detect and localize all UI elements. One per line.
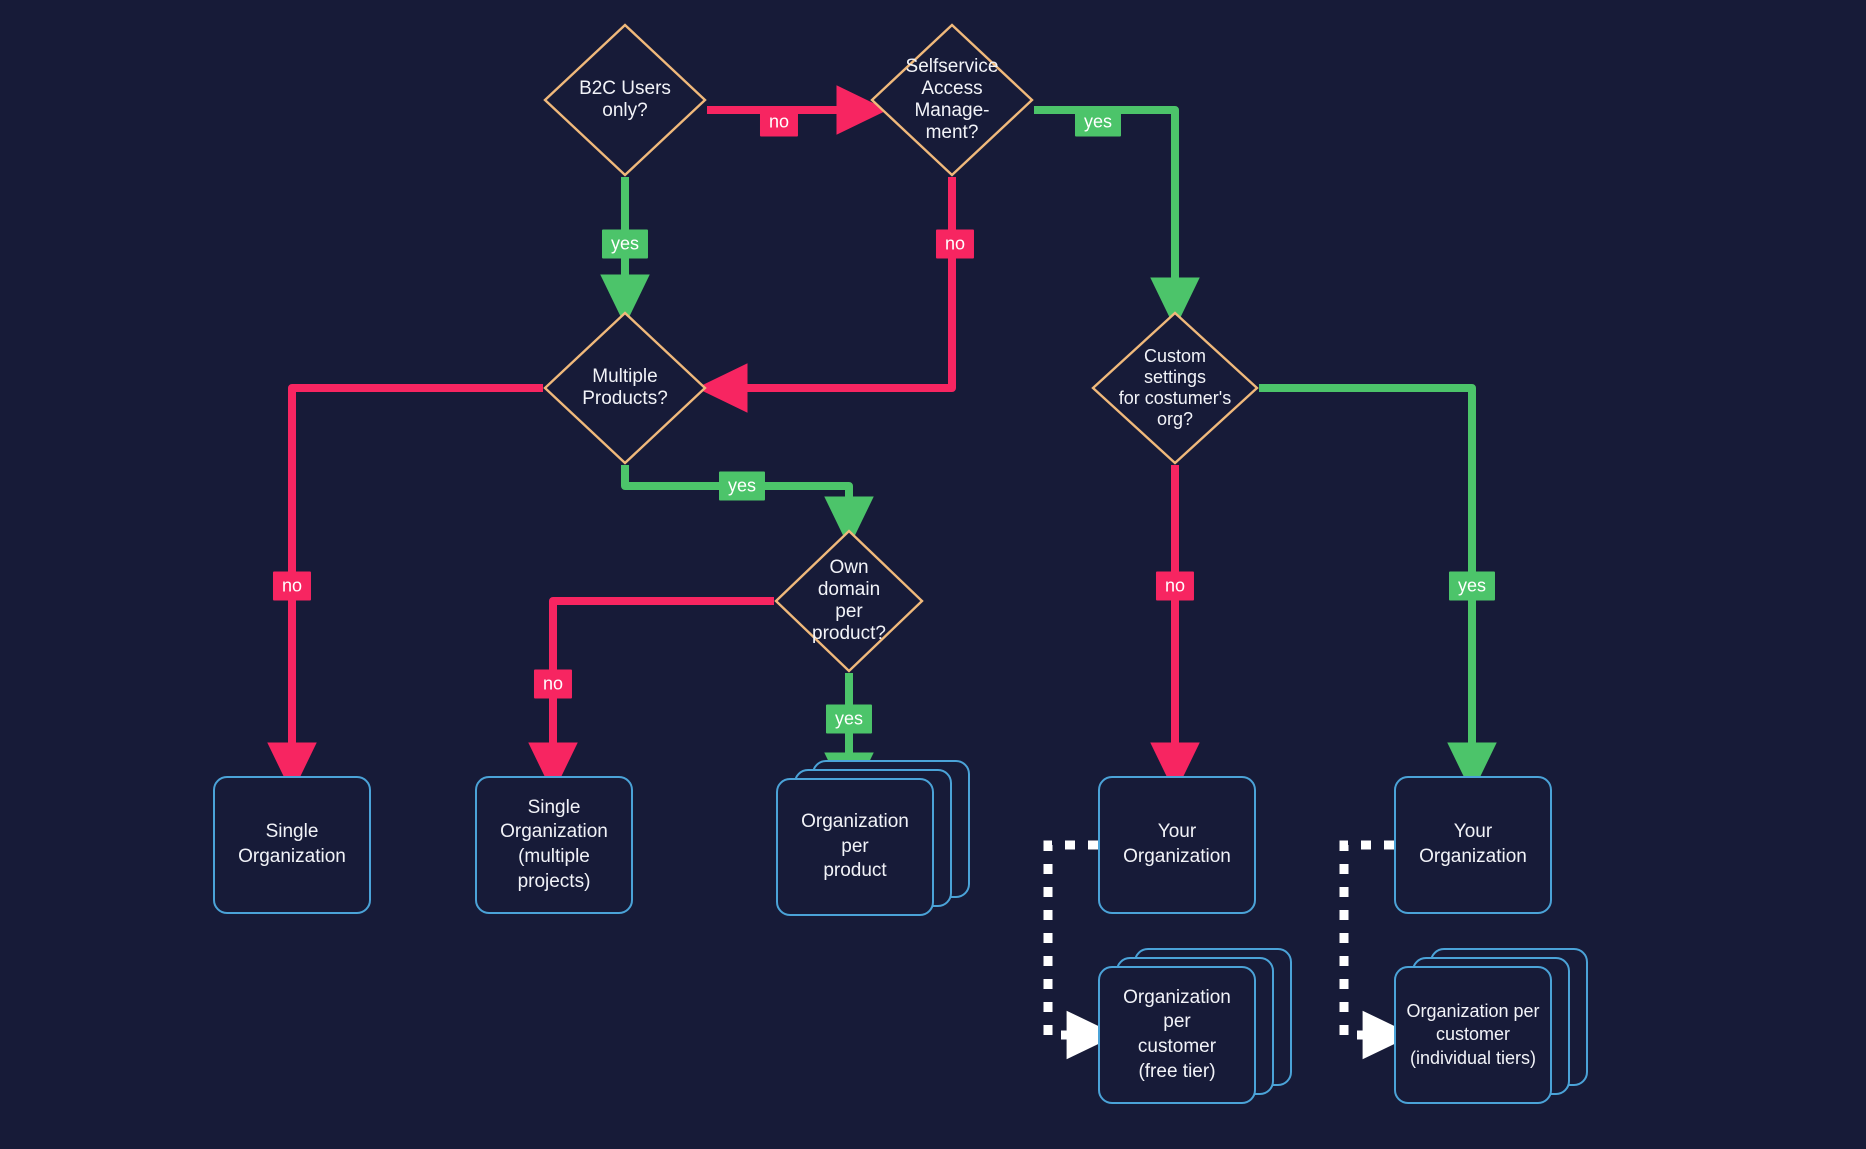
terminal-label: Single Organization [238, 821, 346, 867]
edge-selfservice-yes-custom [1034, 106, 1200, 329]
edge-label-custom-yes: yes [1448, 571, 1496, 601]
flowchart-canvas: B2C Users only? Selfservice Access Manag… [0, 0, 1866, 1149]
edge-label-b2c-yes: yes [601, 229, 649, 259]
terminal-your-organization-free[interactable]: Your Organization [1098, 776, 1278, 936]
terminal-organization-per-customer-individual-tiers[interactable]: Organization per customer (individual ti… [1394, 948, 1594, 1120]
edge-label-b2c-no: no [759, 107, 799, 137]
terminal-label: Organization per product [801, 810, 909, 882]
edge-label-selfservice-no: no [935, 229, 975, 259]
edge-label-owndomain-no: no [533, 669, 573, 699]
terminal-label: Single Organization (multiple projects) [500, 796, 608, 892]
decision-b2c-users-only[interactable]: B2C Users only? [543, 23, 707, 177]
terminal-organization-per-customer-free-tier[interactable]: Organization per customer (free tier) [1098, 948, 1298, 1120]
edge-label-owndomain-yes: yes [825, 704, 873, 734]
decision-multiple-products[interactable]: Multiple Products? [543, 311, 707, 465]
edge-label-custom-no: no [1155, 571, 1195, 601]
terminal-your-organization-tiers[interactable]: Your Organization [1394, 776, 1574, 936]
edge-your-org-tiers-contains [1339, 840, 1414, 1060]
edge-multiple-no-single-org [267, 384, 543, 794]
terminal-label: Organization per customer (individual ti… [1406, 1000, 1540, 1068]
terminal-single-organization-multiple-projects[interactable]: Single Organization (multiple projects) [475, 776, 655, 936]
edge-owndomain-no-single-org-multi [528, 597, 774, 794]
edge-label-selfservice-yes: yes [1074, 107, 1122, 137]
terminal-single-organization[interactable]: Single Organization [213, 776, 393, 936]
decision-custom-settings-for-customer-org[interactable]: Custom settings for costumer's org? [1091, 311, 1259, 465]
terminal-label: Your Organization [1123, 821, 1231, 867]
terminal-organization-per-product[interactable]: Organization per product [776, 760, 976, 932]
edge-label-multiple-yes: yes [718, 471, 766, 501]
decision-own-domain-per-product[interactable]: Own domain per product? [774, 529, 924, 673]
terminal-label: Your Organization [1419, 821, 1527, 867]
edge-custom-yes-your-org-tiers [1259, 384, 1497, 794]
edge-label-multiple-no: no [272, 571, 312, 601]
edge-selfservice-no-multiple [696, 177, 956, 413]
edge-your-org-free-contains [1043, 840, 1118, 1060]
terminal-label: Organization per customer (free tier) [1123, 986, 1231, 1082]
decision-selfservice-access-management[interactable]: Selfservice Access Manage- ment? [870, 23, 1034, 177]
